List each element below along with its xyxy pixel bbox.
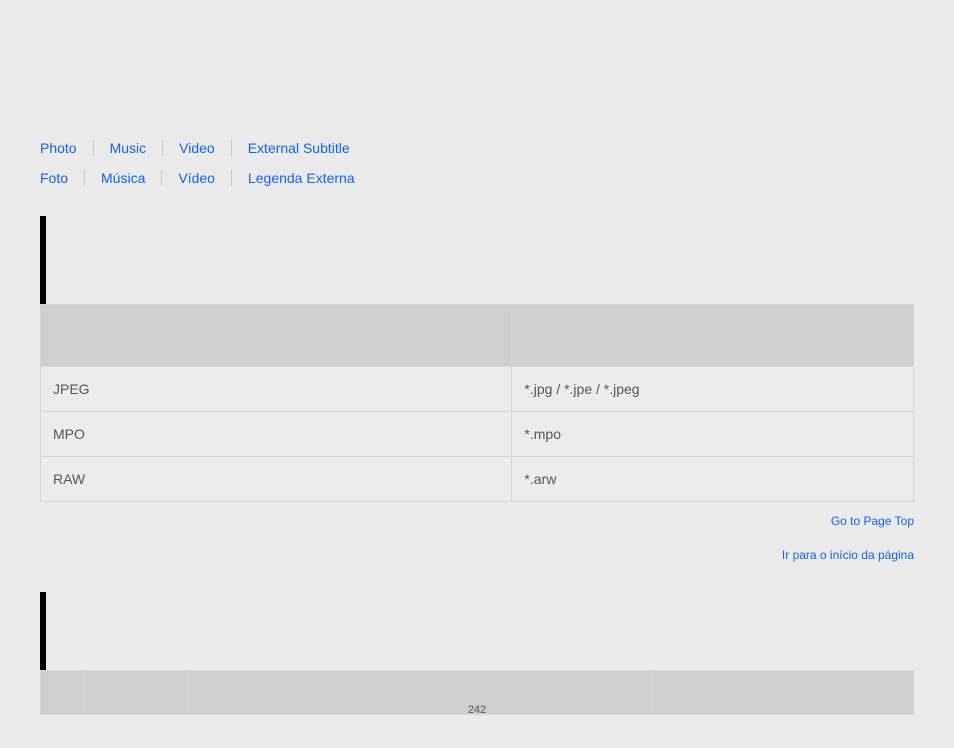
- nav-link-extsub-en[interactable]: External Subtitle: [248, 140, 350, 156]
- nav-link-video-pt[interactable]: Vídeo: [178, 170, 215, 186]
- table-row: JPEG *.jpg / *.jpe / *.jpeg: [41, 367, 914, 412]
- nav-link-music-pt[interactable]: Música: [101, 170, 145, 186]
- extensions-cell: *.jpg / *.jpe / *.jpeg: [512, 367, 914, 412]
- table-row: RAW *.arw: [41, 457, 914, 502]
- extensions-cell: *.arw: [512, 457, 914, 502]
- go-to-top-link-pt[interactable]: Ir para o início da página: [782, 548, 914, 562]
- section-heading-bar: [40, 216, 914, 304]
- page-number: 242: [0, 704, 954, 716]
- table-header-row: [41, 305, 914, 367]
- nav-row-pt: Foto Música Vídeo Legenda Externa: [40, 170, 914, 186]
- table-header-cell: [41, 305, 512, 367]
- nav-row-en: Photo Music Video External Subtitle: [40, 140, 914, 156]
- format-name-cell: RAW: [41, 457, 512, 502]
- section-heading-bar: [40, 592, 914, 670]
- nav-link-photo-en[interactable]: Photo: [40, 140, 77, 156]
- nav-link-extsub-pt[interactable]: Legenda Externa: [248, 170, 355, 186]
- table-row: MPO *.mpo: [41, 412, 914, 457]
- nav-link-photo-pt[interactable]: Foto: [40, 170, 68, 186]
- table-header-cell: [512, 305, 914, 367]
- format-name-cell: MPO: [41, 412, 512, 457]
- nav-link-music-en[interactable]: Music: [110, 140, 147, 156]
- extensions-cell: *.mpo: [512, 412, 914, 457]
- go-to-top-link-en[interactable]: Go to Page Top: [831, 514, 914, 528]
- photo-formats-table: JPEG *.jpg / *.jpe / *.jpeg MPO *.mpo RA…: [40, 304, 914, 502]
- nav-link-video-en[interactable]: Video: [179, 140, 215, 156]
- format-name-cell: JPEG: [41, 367, 512, 412]
